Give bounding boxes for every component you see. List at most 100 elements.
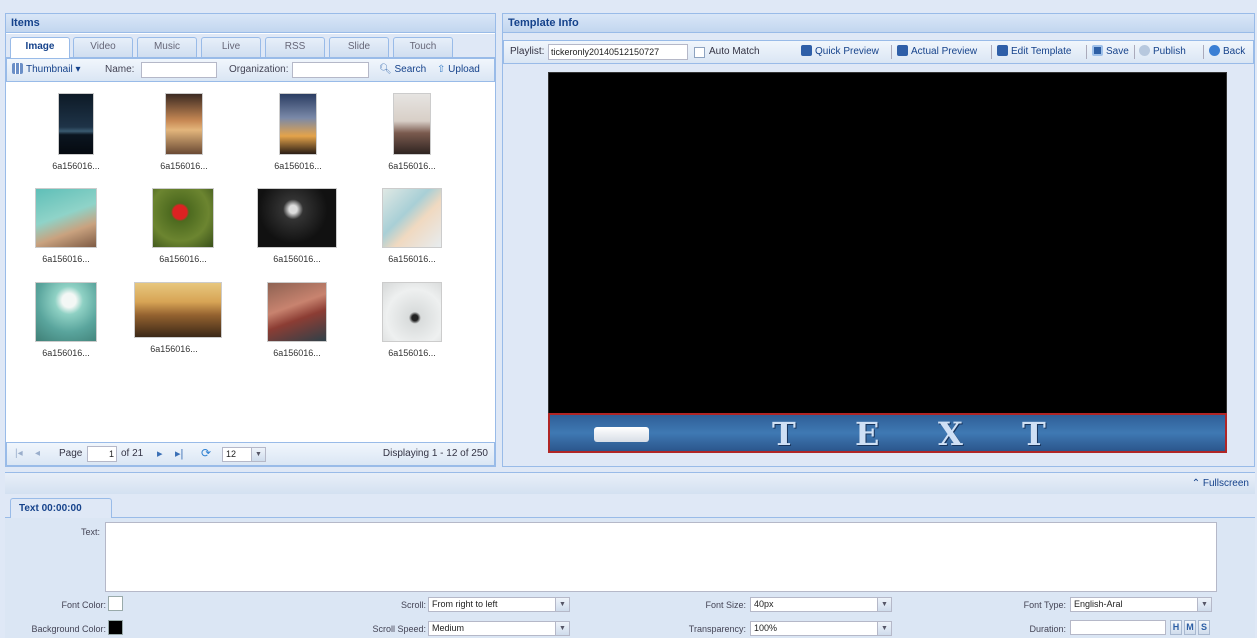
thumbnail-item[interactable]: 6a156016...: [372, 188, 452, 264]
thumbnail-caption: 6a156016...: [274, 161, 322, 171]
tab-video[interactable]: Video: [73, 37, 133, 57]
thumbnail-item[interactable]: 6a156016...: [144, 93, 224, 171]
auto-match-checkbox[interactable]: [694, 47, 705, 58]
thumbnail-item[interactable]: 6a156016...: [257, 188, 337, 264]
ticker-letter: T: [1022, 415, 1046, 453]
thumbnail-item[interactable]: 6a156016...: [143, 188, 223, 264]
text-content-field[interactable]: [105, 522, 1217, 592]
tab-text[interactable]: Text 00:00:00: [10, 498, 112, 519]
red-flower-photo: [152, 188, 214, 248]
fullscreen-button[interactable]: ⌃ Fullscreen: [1192, 478, 1249, 489]
tab-slide[interactable]: Slide: [329, 37, 389, 57]
save-button[interactable]: Save: [1092, 41, 1129, 63]
upload-button[interactable]: ⇧ Upload: [437, 59, 480, 81]
page-size-value: 12: [226, 449, 237, 459]
thumbnail-item[interactable]: 6a156016...: [26, 282, 106, 358]
background-color-swatch[interactable]: [108, 620, 123, 635]
search-icon: 🔍︎: [379, 64, 392, 75]
ticker-letter: T: [772, 415, 796, 453]
publish-button[interactable]: Publish: [1139, 41, 1186, 63]
transparency-value: 100%: [754, 623, 778, 633]
thumbnail-item[interactable]: 6a156016...: [258, 93, 338, 171]
prev-page-icon[interactable]: ◂: [35, 448, 40, 459]
duration-label: Duration:: [1029, 624, 1066, 634]
beach-girl-photo: [35, 188, 97, 248]
transparency-select[interactable]: 100% ▼: [750, 621, 892, 636]
thumbnail-caption: 6a156016...: [160, 161, 208, 171]
page-label: Page: [59, 448, 83, 459]
tab-touch[interactable]: Touch: [393, 37, 453, 57]
preview-icon: [897, 45, 908, 56]
thumbnail-caption: 6a156016...: [52, 161, 100, 171]
tab-image[interactable]: Image: [10, 37, 70, 58]
grid-icon: [12, 63, 23, 74]
white-flowers-photo: [257, 188, 337, 248]
next-page-icon[interactable]: ▸: [157, 447, 163, 460]
thumbnail-item[interactable]: 6a156016...: [26, 188, 106, 264]
girl-closeup-photo: [267, 282, 327, 342]
thumbnail-item[interactable]: 6a156016...: [36, 93, 116, 171]
organization-input[interactable]: [292, 62, 369, 78]
playlist-input[interactable]: [548, 44, 688, 60]
scroll-select[interactable]: From right to left ▼: [428, 597, 570, 612]
pebbles-photo: [393, 93, 431, 155]
font-type-select[interactable]: English-Aral ▼: [1070, 597, 1212, 612]
minutes-button[interactable]: M: [1184, 620, 1196, 635]
tab-live[interactable]: Live: [201, 37, 261, 57]
thumbnail-caption: 6a156016...: [159, 254, 207, 264]
toolbar-divider: [1134, 45, 1135, 59]
view-mode-dropdown[interactable]: Thumbnail ▾: [12, 59, 81, 81]
back-icon: [1209, 45, 1220, 56]
search-button[interactable]: 🔍︎ Search: [379, 59, 426, 81]
toolbar-divider: [891, 45, 892, 59]
petals-photo: [382, 188, 442, 248]
ticker-logo: [594, 427, 649, 442]
template-preview[interactable]: [548, 72, 1227, 453]
thumbnail-item[interactable]: 6a156016...: [134, 282, 222, 354]
tab-music[interactable]: Music: [137, 37, 197, 57]
fullscreen-label: Fullscreen: [1202, 478, 1249, 489]
font-size-select[interactable]: 40px ▼: [750, 597, 892, 612]
background-color-label: Background Color:: [31, 624, 106, 634]
fullscreen-bar: ⌃ Fullscreen: [5, 472, 1255, 494]
upload-label: Upload: [448, 64, 480, 75]
thumbnail-item[interactable]: 6a156016...: [257, 282, 337, 358]
template-toolbar: Playlist: Auto Match Quick Preview Actua…: [503, 40, 1254, 64]
hours-button[interactable]: H: [1170, 620, 1182, 635]
chevron-down-icon: ▼: [1197, 598, 1211, 611]
font-size-label: Font Size:: [705, 600, 746, 610]
font-type-value: English-Aral: [1074, 599, 1123, 609]
back-button[interactable]: Back: [1209, 41, 1245, 63]
upload-icon: ⇧: [437, 64, 446, 75]
preview-icon: [801, 45, 812, 56]
sunset-girl-photo: [165, 93, 203, 155]
first-page-icon[interactable]: |◂: [15, 448, 23, 459]
name-input[interactable]: [141, 62, 217, 78]
font-size-value: 40px: [754, 599, 774, 609]
back-label: Back: [1223, 46, 1246, 57]
page-number-input[interactable]: [87, 446, 117, 462]
quick-preview-button[interactable]: Quick Preview: [801, 41, 879, 63]
tab-rss[interactable]: RSS: [265, 37, 325, 57]
ticker-bar[interactable]: T E X T: [548, 413, 1227, 453]
refresh-icon[interactable]: ⟳: [201, 446, 211, 460]
font-color-label: Font Color:: [61, 600, 106, 610]
scroll-speed-value: Medium: [432, 623, 465, 633]
last-page-icon[interactable]: ▸|: [175, 447, 183, 460]
transparency-label: Transparency:: [688, 624, 746, 634]
actual-preview-button[interactable]: Actual Preview: [897, 41, 977, 63]
thumbnail-item[interactable]: 6a156016...: [372, 282, 452, 358]
scroll-speed-select[interactable]: Medium ▼: [428, 621, 570, 636]
duration-input[interactable]: [1070, 620, 1166, 635]
items-panel-title: Items: [5, 13, 496, 33]
edit-template-button[interactable]: Edit Template: [997, 41, 1071, 63]
page-size-select[interactable]: 12 ▼: [222, 447, 266, 462]
thumbnail-caption: 6a156016...: [150, 344, 198, 354]
thumbnail-item[interactable]: 6a156016...: [372, 93, 452, 171]
ticker-letter: E: [855, 415, 880, 453]
font-color-swatch[interactable]: [108, 596, 123, 611]
chevron-down-icon: ▼: [251, 448, 265, 461]
seconds-button[interactable]: S: [1198, 620, 1210, 635]
edit-icon: [997, 45, 1008, 56]
items-toolbar: Thumbnail ▾ Name: Organization: 🔍︎ Searc…: [6, 58, 495, 82]
